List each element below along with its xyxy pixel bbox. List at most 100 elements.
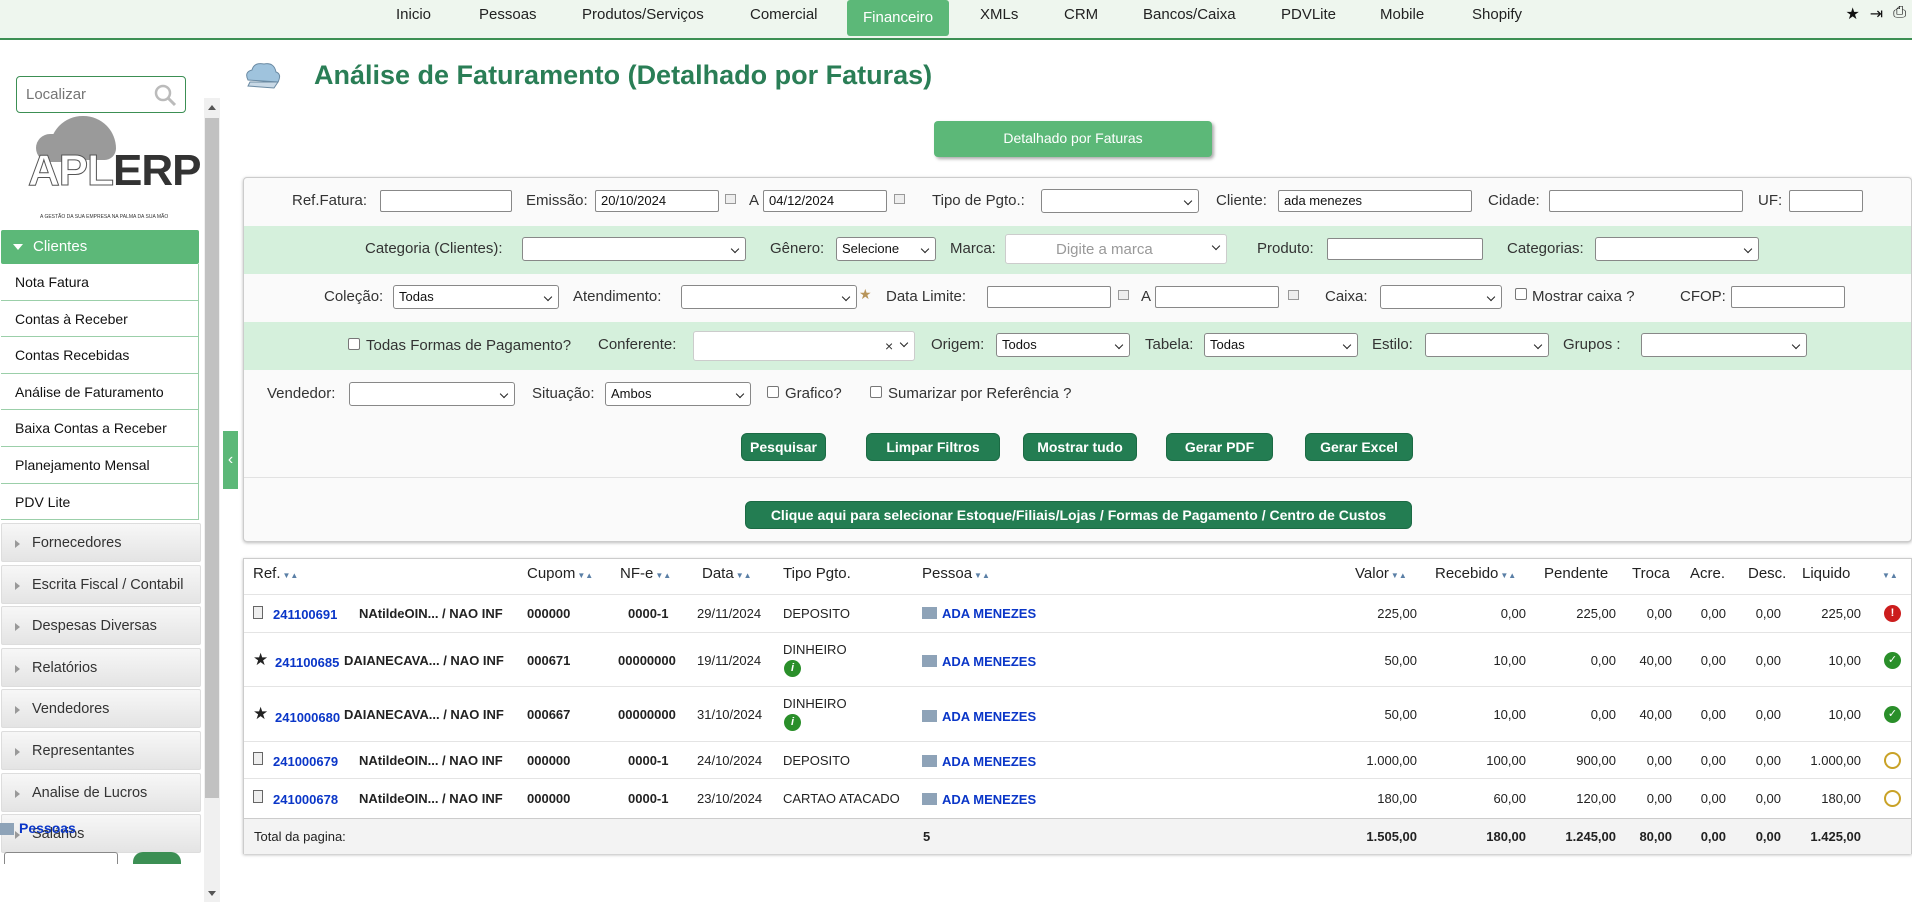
sumarizar-checkbox[interactable] <box>870 386 882 398</box>
sidebar-item-pdv-lite[interactable]: PDV Lite <box>1 483 199 521</box>
limpar-filtros-button[interactable]: Limpar Filtros <box>866 433 1000 461</box>
grupos-select[interactable] <box>1641 333 1807 357</box>
sidebar-group-analise-lucros[interactable]: Analise de Lucros <box>1 772 201 812</box>
sidebar-scrollbar[interactable] <box>204 98 220 902</box>
cfop-input[interactable] <box>1731 286 1845 308</box>
nav-pdvlite[interactable]: PDVLite <box>1281 0 1336 36</box>
sidebar-item-planejamento[interactable]: Planejamento Mensal <box>1 446 199 484</box>
col-header-ref[interactable]: Ref. ▼▲ <box>253 565 298 582</box>
col-header-nfe[interactable]: NF-e ▼▲ <box>620 565 671 582</box>
sort-icon[interactable]: ▼▲ <box>1500 571 1516 580</box>
sidebar-item-analise-faturamento[interactable]: Análise de Faturamento <box>1 373 199 411</box>
sort-icon[interactable]: ▼▲ <box>283 571 299 580</box>
cliente-input[interactable]: ada menezes <box>1278 190 1472 212</box>
col-header-valor[interactable]: Valor ▼▲ <box>1355 565 1407 582</box>
estilo-select[interactable] <box>1425 333 1549 357</box>
clear-x-icon[interactable]: × <box>885 338 893 354</box>
nav-inicio[interactable]: Inicio <box>396 0 431 36</box>
col-header-pessoa[interactable]: Pessoa ▼▲ <box>922 565 990 582</box>
calendar-icon[interactable] <box>1118 290 1129 300</box>
row-ref-link[interactable]: 241000680 <box>275 710 340 725</box>
nav-comercial[interactable]: Comercial <box>750 0 818 36</box>
scrollbar-thumb[interactable] <box>205 118 219 798</box>
scroll-down-icon[interactable] <box>208 891 216 896</box>
sidebar-item-contas-recebidas[interactable]: Contas Recebidas <box>1 337 199 374</box>
row-pessoa-link[interactable]: ADA MENEZES <box>922 792 1036 807</box>
categorias-select[interactable] <box>1595 237 1759 261</box>
row-ref-link[interactable]: 241000678 <box>273 792 338 807</box>
sort-icon[interactable]: ▼▲ <box>577 571 593 580</box>
calendar-icon[interactable] <box>1288 290 1299 300</box>
conferente-select[interactable] <box>693 331 915 361</box>
emissao-to-input[interactable]: 04/12/2024 <box>763 190 887 212</box>
marca-select[interactable]: Digite a marca <box>1005 234 1227 264</box>
info-icon[interactable]: i <box>784 659 801 677</box>
sidebar-item-clientes[interactable]: Clientes <box>1 230 199 264</box>
col-header-data[interactable]: Data ▼▲ <box>702 565 752 582</box>
tipo-pgto-select[interactable] <box>1041 189 1199 213</box>
cidade-input[interactable] <box>1549 190 1743 212</box>
origem-select[interactable]: Todos <box>996 333 1130 357</box>
gerar-pdf-button[interactable]: Gerar PDF <box>1166 433 1273 461</box>
genero-select[interactable]: Selecione <box>836 237 936 261</box>
row-ref-link[interactable]: 241000679 <box>273 754 338 769</box>
star-icon[interactable]: ★ <box>253 704 268 724</box>
vendedor-select[interactable] <box>349 382 515 406</box>
col-header-cupom[interactable]: Cupom ▼▲ <box>527 565 593 582</box>
search-input[interactable] <box>17 77 147 112</box>
row-ref-link[interactable]: 241100685 <box>275 655 339 670</box>
data-limite-to-input[interactable] <box>1155 286 1279 308</box>
sort-icon[interactable]: ▼▲ <box>1880 565 1898 582</box>
row-pessoa-link[interactable]: ADA MENEZES <box>922 709 1036 724</box>
check-icon[interactable]: ✓ <box>1884 652 1901 669</box>
uf-input[interactable] <box>1789 190 1863 212</box>
selecionar-estoque-button[interactable]: Clique aqui para selecionar Estoque/Fili… <box>745 501 1412 529</box>
nav-bancos-caixa[interactable]: Bancos/Caixa <box>1143 0 1236 36</box>
data-limite-from-input[interactable] <box>987 286 1111 308</box>
sidebar-search[interactable] <box>16 76 186 113</box>
star-icon[interactable]: ★ <box>253 650 268 670</box>
calendar-icon[interactable] <box>725 194 736 204</box>
alert-icon[interactable]: ! <box>1884 605 1901 622</box>
tabela-select[interactable]: Todas <box>1204 333 1358 357</box>
row-pessoa-link[interactable]: ADA MENEZES <box>922 606 1036 621</box>
sidebar-group-escrita-fiscal[interactable]: Escrita Fiscal / Contabil <box>1 564 201 604</box>
sidebar-group-fornecedores[interactable]: Fornecedores <box>1 523 201 562</box>
search-icon[interactable] <box>153 83 177 107</box>
sidebar-link-pessoas[interactable]: Pessoas <box>0 820 76 836</box>
detalhado-faturas-button[interactable]: Detalhado por Faturas <box>934 121 1212 157</box>
calendar-icon[interactable] <box>894 194 905 204</box>
star-icon[interactable]: ★ <box>1845 4 1859 24</box>
colecao-select[interactable]: Todas <box>393 285 559 309</box>
sidebar-group-relatorios[interactable]: Relatórios <box>1 647 201 687</box>
row-pessoa-link[interactable]: ADA MENEZES <box>922 654 1036 669</box>
emissao-from-input[interactable]: 20/10/2024 <box>595 190 719 212</box>
nav-shopify[interactable]: Shopify <box>1472 0 1522 36</box>
nav-mobile[interactable]: Mobile <box>1380 0 1424 36</box>
sort-icon[interactable]: ▼▲ <box>1391 571 1407 580</box>
nav-crm[interactable]: CRM <box>1064 0 1098 36</box>
nav-xmls[interactable]: XMLs <box>980 0 1018 36</box>
scroll-up-icon[interactable] <box>208 105 216 110</box>
situacao-select[interactable]: Ambos <box>605 382 751 406</box>
ref-fatura-input[interactable] <box>380 190 512 212</box>
sort-icon[interactable]: ▼▲ <box>736 571 752 580</box>
categoria-clientes-select[interactable] <box>522 237 746 261</box>
todas-formas-checkbox[interactable] <box>348 338 360 350</box>
info-icon[interactable]: i <box>784 713 801 731</box>
nav-financeiro[interactable]: Financeiro <box>847 0 950 36</box>
atendimento-select[interactable] <box>681 285 857 309</box>
sidebar-bottom-button[interactable] <box>133 852 181 864</box>
row-pessoa-link[interactable]: ADA MENEZES <box>922 754 1036 769</box>
sidebar-bottom-input[interactable] <box>4 852 118 864</box>
print-icon[interactable]: ⎙ <box>1893 4 1906 24</box>
sidebar-group-despesas[interactable]: Despesas Diversas <box>1 606 201 646</box>
sidebar-item-nota-fatura[interactable]: Nota Fatura <box>1 264 199 301</box>
grafico-checkbox[interactable] <box>767 386 779 398</box>
sidebar-group-representantes[interactable]: Representantes <box>1 730 201 770</box>
pesquisar-button[interactable]: Pesquisar <box>741 433 826 461</box>
sidebar-item-contas-receber[interactable]: Contas à Receber <box>1 300 199 338</box>
mostrar-caixa-checkbox[interactable] <box>1515 288 1527 300</box>
check-icon[interactable]: ✓ <box>1884 706 1901 723</box>
nav-pessoas[interactable]: Pessoas <box>479 0 537 36</box>
